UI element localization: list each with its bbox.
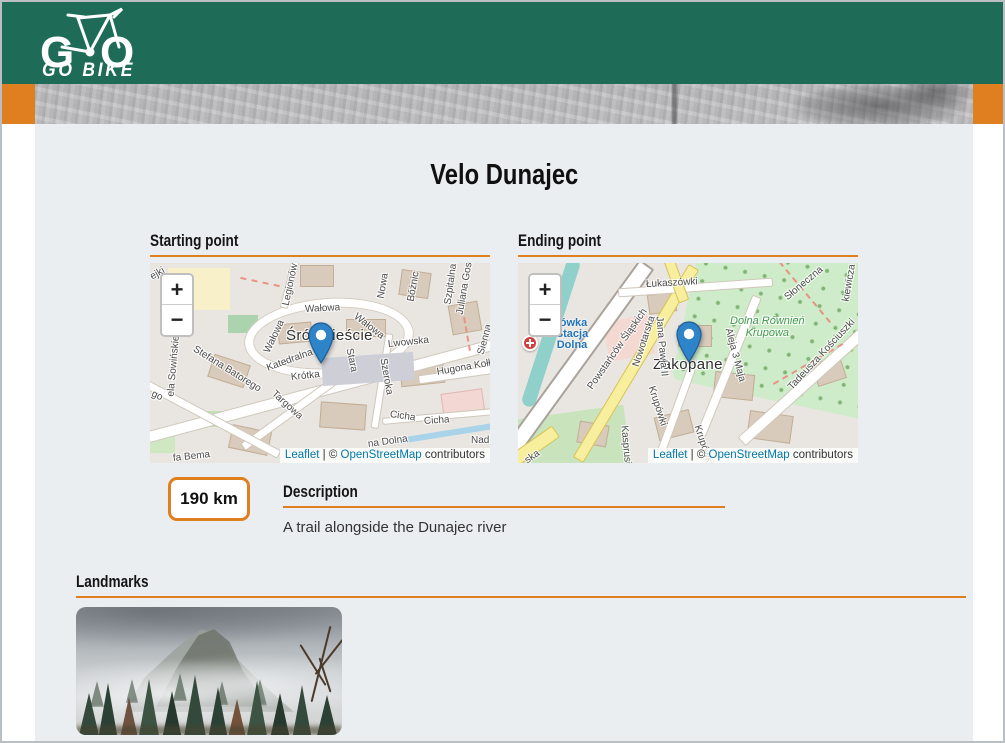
map-zoom-control: + − bbox=[160, 273, 194, 337]
photo-ground bbox=[76, 726, 342, 735]
landmarks-heading-text: Landmarks bbox=[76, 572, 149, 592]
starting-point-section: Starting point bbox=[150, 231, 490, 463]
accent-block-left bbox=[2, 84, 35, 124]
heading-underline bbox=[150, 255, 490, 257]
attribution-suffix: contributors bbox=[425, 449, 485, 461]
park-label-line2: Krupowa bbox=[746, 327, 789, 339]
heading-underline bbox=[283, 506, 725, 508]
hero-band bbox=[2, 84, 1003, 124]
map-zoom-control: + − bbox=[528, 273, 562, 337]
attribution-divider: | © bbox=[691, 449, 706, 461]
map-dashes bbox=[240, 277, 280, 287]
ending-point-heading: Ending point bbox=[518, 231, 858, 251]
hero-banner-image bbox=[35, 84, 973, 124]
description-heading-text: Description bbox=[283, 482, 358, 502]
maps-row: Starting point bbox=[150, 231, 858, 463]
accent-block-right bbox=[973, 84, 1003, 124]
osm-link[interactable]: OpenStreetMap bbox=[709, 449, 790, 461]
heading-underline bbox=[76, 596, 966, 598]
street-label: Nowa bbox=[376, 272, 391, 299]
description-text: A trail alongside the Dunajec river bbox=[283, 519, 725, 536]
leaflet-link[interactable]: Leaflet bbox=[653, 449, 688, 461]
map-marker-icon[interactable] bbox=[308, 322, 334, 369]
street-label: Kasprusie bbox=[619, 425, 634, 463]
zoom-out-button[interactable]: − bbox=[530, 305, 560, 335]
street-label: Krótka bbox=[290, 369, 320, 383]
attribution-divider: | © bbox=[323, 449, 338, 461]
map-attribution: Leaflet | © OpenStreetMap contributors bbox=[280, 448, 490, 463]
logo-wordmark: GO BIKE bbox=[42, 60, 135, 82]
street-label: Cicha bbox=[424, 414, 450, 427]
street-label: Nadbr bbox=[471, 435, 490, 446]
description-heading: Description bbox=[283, 482, 725, 502]
zoom-in-button[interactable]: + bbox=[530, 275, 560, 305]
attribution-suffix: contributors bbox=[793, 449, 853, 461]
description-section: Description A trail alongside the Dunaje… bbox=[283, 477, 725, 536]
landmark-photo bbox=[76, 607, 342, 735]
street-label: Wałowa bbox=[305, 302, 341, 315]
end-map[interactable]: Zakopane Łukaszówki Nowotarska Powstańcó… bbox=[518, 263, 858, 463]
street-label: Legionów bbox=[281, 263, 301, 307]
street-label: Krupówki bbox=[646, 385, 669, 428]
zoom-out-button[interactable]: − bbox=[162, 305, 192, 335]
heading-underline bbox=[518, 255, 858, 257]
park-label-line1: Dolna Równień bbox=[730, 315, 805, 327]
zoom-in-button[interactable]: + bbox=[162, 275, 192, 305]
map-marker-icon[interactable] bbox=[676, 321, 702, 368]
start-map[interactable]: Śródmieście ejki Legionów Nowa Bóżnic Sz… bbox=[150, 263, 490, 463]
main-content: Velo Dunajec Starting point bbox=[35, 124, 973, 741]
leaflet-link[interactable]: Leaflet bbox=[285, 449, 320, 461]
map-building bbox=[319, 401, 367, 430]
map-building bbox=[300, 265, 334, 287]
park-label: Dolna Równień Krupowa bbox=[730, 315, 805, 339]
street-label: fa Bema bbox=[172, 449, 210, 463]
app-header: G O GO BIKE bbox=[2, 2, 1003, 84]
station-label-line3: Dolna bbox=[557, 339, 588, 351]
page-title-text: Velo Dunajec bbox=[430, 159, 578, 192]
landmarks-heading: Landmarks bbox=[76, 572, 966, 592]
detail-row: 190 km Description A trail alongside the… bbox=[168, 477, 973, 536]
osm-link[interactable]: OpenStreetMap bbox=[341, 449, 422, 461]
page-title: Velo Dunajec bbox=[35, 124, 973, 192]
landmarks-section: Landmarks bbox=[76, 572, 966, 735]
ending-point-heading-text: Ending point bbox=[518, 231, 601, 251]
map-attribution: Leaflet | © OpenStreetMap contributors bbox=[648, 448, 858, 463]
app-window: G O GO BIKE Velo Dunajec Starting point bbox=[0, 0, 1005, 743]
distance-badge: 190 km bbox=[168, 477, 250, 521]
starting-point-heading: Starting point bbox=[150, 231, 490, 251]
ending-point-section: Ending point bbox=[518, 231, 858, 463]
hospital-icon bbox=[522, 335, 538, 351]
starting-point-heading-text: Starting point bbox=[150, 231, 238, 251]
